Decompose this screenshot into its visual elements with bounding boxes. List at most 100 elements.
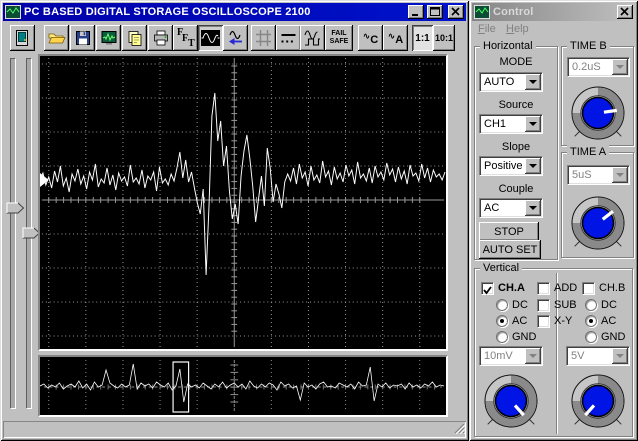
mode-value: AUTO (484, 76, 515, 88)
printer-icon (153, 30, 168, 46)
sine-square-icon (304, 30, 320, 46)
maximize-button[interactable] (427, 5, 443, 19)
fail-safe-button[interactable]: FAIL SAFE (325, 25, 353, 51)
chb-gain-knob[interactable] (563, 366, 633, 436)
cha-checkbox-label[interactable]: CH.A (498, 282, 525, 294)
time-b-group-label: TIME B (567, 39, 610, 53)
add-checkbox-label[interactable]: ADD (554, 282, 577, 294)
scope-trace-icon (201, 30, 220, 46)
capture-screen-icon (101, 31, 116, 45)
menu-file[interactable]: File (478, 23, 496, 35)
control-close-button[interactable] (617, 5, 633, 19)
xy-checkbox-label[interactable]: X-Y (554, 315, 572, 327)
cha-range-combobox[interactable]: 10mV (479, 346, 543, 366)
slope-dropdown-button[interactable] (525, 158, 541, 174)
add-checkbox[interactable] (537, 282, 550, 295)
overview-trace (40, 363, 445, 403)
couple-dropdown-button[interactable] (525, 200, 541, 216)
probe-10-1-button[interactable]: 10:1 (433, 25, 455, 51)
couple-combobox[interactable]: AC (479, 198, 543, 218)
save-floppy-icon (75, 31, 90, 45)
chb-dc-label[interactable]: DC (601, 299, 617, 311)
cha-ac-label[interactable]: AC (512, 315, 527, 327)
xy-checkbox[interactable] (537, 315, 550, 328)
exit-button[interactable] (10, 25, 35, 51)
cha-position-slider-track[interactable] (10, 58, 15, 408)
graticule-button[interactable] (251, 25, 276, 51)
calibrate-c-button[interactable]: ∿C (358, 25, 383, 51)
open-button[interactable] (44, 25, 69, 51)
control-window: Control File Help Horizontal MODE AUTO S… (469, 0, 638, 441)
probe-1-1-button[interactable]: 1:1 (412, 25, 433, 51)
recall-waveform-button[interactable] (223, 25, 248, 51)
scope-plot (40, 58, 446, 347)
close-button[interactable] (448, 5, 464, 19)
minimize-button[interactable] (408, 5, 424, 19)
stop-button[interactable]: STOP (479, 222, 539, 241)
probe-10-1-label: 10:1 (434, 33, 453, 43)
display-mode-button[interactable] (198, 25, 223, 51)
waveform-trace (40, 92, 446, 276)
time-a-dropdown-button[interactable] (612, 167, 628, 183)
time-b-dropdown-button[interactable] (612, 59, 628, 75)
failsafe-label-line1: FAIL (331, 30, 347, 37)
cha-gain-knob[interactable] (476, 366, 546, 436)
time-b-combobox[interactable]: 0.2uS (567, 57, 630, 77)
time-b-value: 0.2uS (572, 61, 601, 73)
probe-1-1-label: 1:1 (415, 32, 430, 44)
chb-ac-label[interactable]: AC (601, 315, 616, 327)
cha-range-dropdown-button[interactable] (525, 348, 541, 364)
time-a-combobox[interactable]: 5uS (567, 165, 630, 185)
mode-combobox[interactable]: AUTO (479, 72, 543, 92)
slope-combobox[interactable]: Positive (479, 156, 543, 176)
slope-label: Slope (501, 141, 531, 153)
main-window-title: PC BASED DIGITAL STORAGE OSCILLOSCOPE 21… (24, 6, 311, 18)
fft-label-part: T (188, 38, 195, 49)
sub-checkbox[interactable] (537, 299, 550, 312)
chb-ac-radio[interactable] (585, 315, 597, 327)
source-combobox[interactable]: CH1 (479, 114, 543, 134)
source-dropdown-button[interactable] (525, 116, 541, 132)
cal-a-label: A (395, 33, 404, 46)
chb-dc-radio[interactable] (585, 299, 597, 311)
time-a-knob[interactable] (563, 188, 633, 258)
auto-set-button[interactable]: AUTO SET (479, 240, 541, 259)
app-icon (5, 5, 21, 19)
fft-button[interactable]: F F T (173, 25, 198, 51)
line-style-button[interactable] (276, 25, 301, 51)
cha-gnd-radio[interactable] (496, 331, 508, 343)
resize-grip[interactable] (453, 422, 466, 437)
capture-button[interactable] (96, 25, 121, 51)
main-window: PC BASED DIGITAL STORAGE OSCILLOSCOPE 21… (0, 0, 469, 441)
chb-range-dropdown-button[interactable] (612, 348, 628, 364)
calibrate-a-button[interactable]: ∿A (383, 25, 408, 51)
copy-button[interactable] (122, 25, 147, 51)
grid-icon (256, 30, 271, 46)
control-menubar: File Help (472, 23, 635, 37)
chb-range-value: 5V (571, 350, 585, 362)
menu-help[interactable]: Help (506, 23, 529, 35)
chb-checkbox-label[interactable]: CH.B (599, 282, 625, 294)
chb-gnd-label[interactable]: GND (601, 331, 625, 343)
print-button[interactable] (148, 25, 173, 51)
sub-checkbox-label[interactable]: SUB (554, 299, 577, 311)
status-text (3, 421, 7, 433)
time-b-knob[interactable] (563, 78, 633, 148)
chevron-down-icon (529, 164, 537, 172)
cha-gnd-label[interactable]: GND (512, 331, 536, 343)
cha-position-slider-thumb[interactable] (6, 201, 25, 214)
cha-dc-label[interactable]: DC (512, 299, 528, 311)
mode-dropdown-button[interactable] (525, 74, 541, 90)
save-button[interactable] (70, 25, 95, 51)
trigger-level-marker[interactable] (40, 173, 49, 187)
chb-gnd-radio[interactable] (585, 331, 597, 343)
cha-checkbox[interactable] (481, 282, 494, 295)
chb-range-combobox[interactable]: 5V (566, 346, 630, 366)
vertical-group: Vertical CH.A ADD CH.B DC SUB DC AC X-Y … (474, 261, 633, 437)
main-scope-display (38, 54, 448, 351)
chb-checkbox[interactable] (582, 282, 595, 295)
wave-mode-button[interactable] (300, 25, 325, 51)
cha-dc-radio[interactable] (496, 299, 508, 311)
control-titlebar: Control (472, 3, 635, 21)
cha-ac-radio[interactable] (496, 315, 508, 327)
